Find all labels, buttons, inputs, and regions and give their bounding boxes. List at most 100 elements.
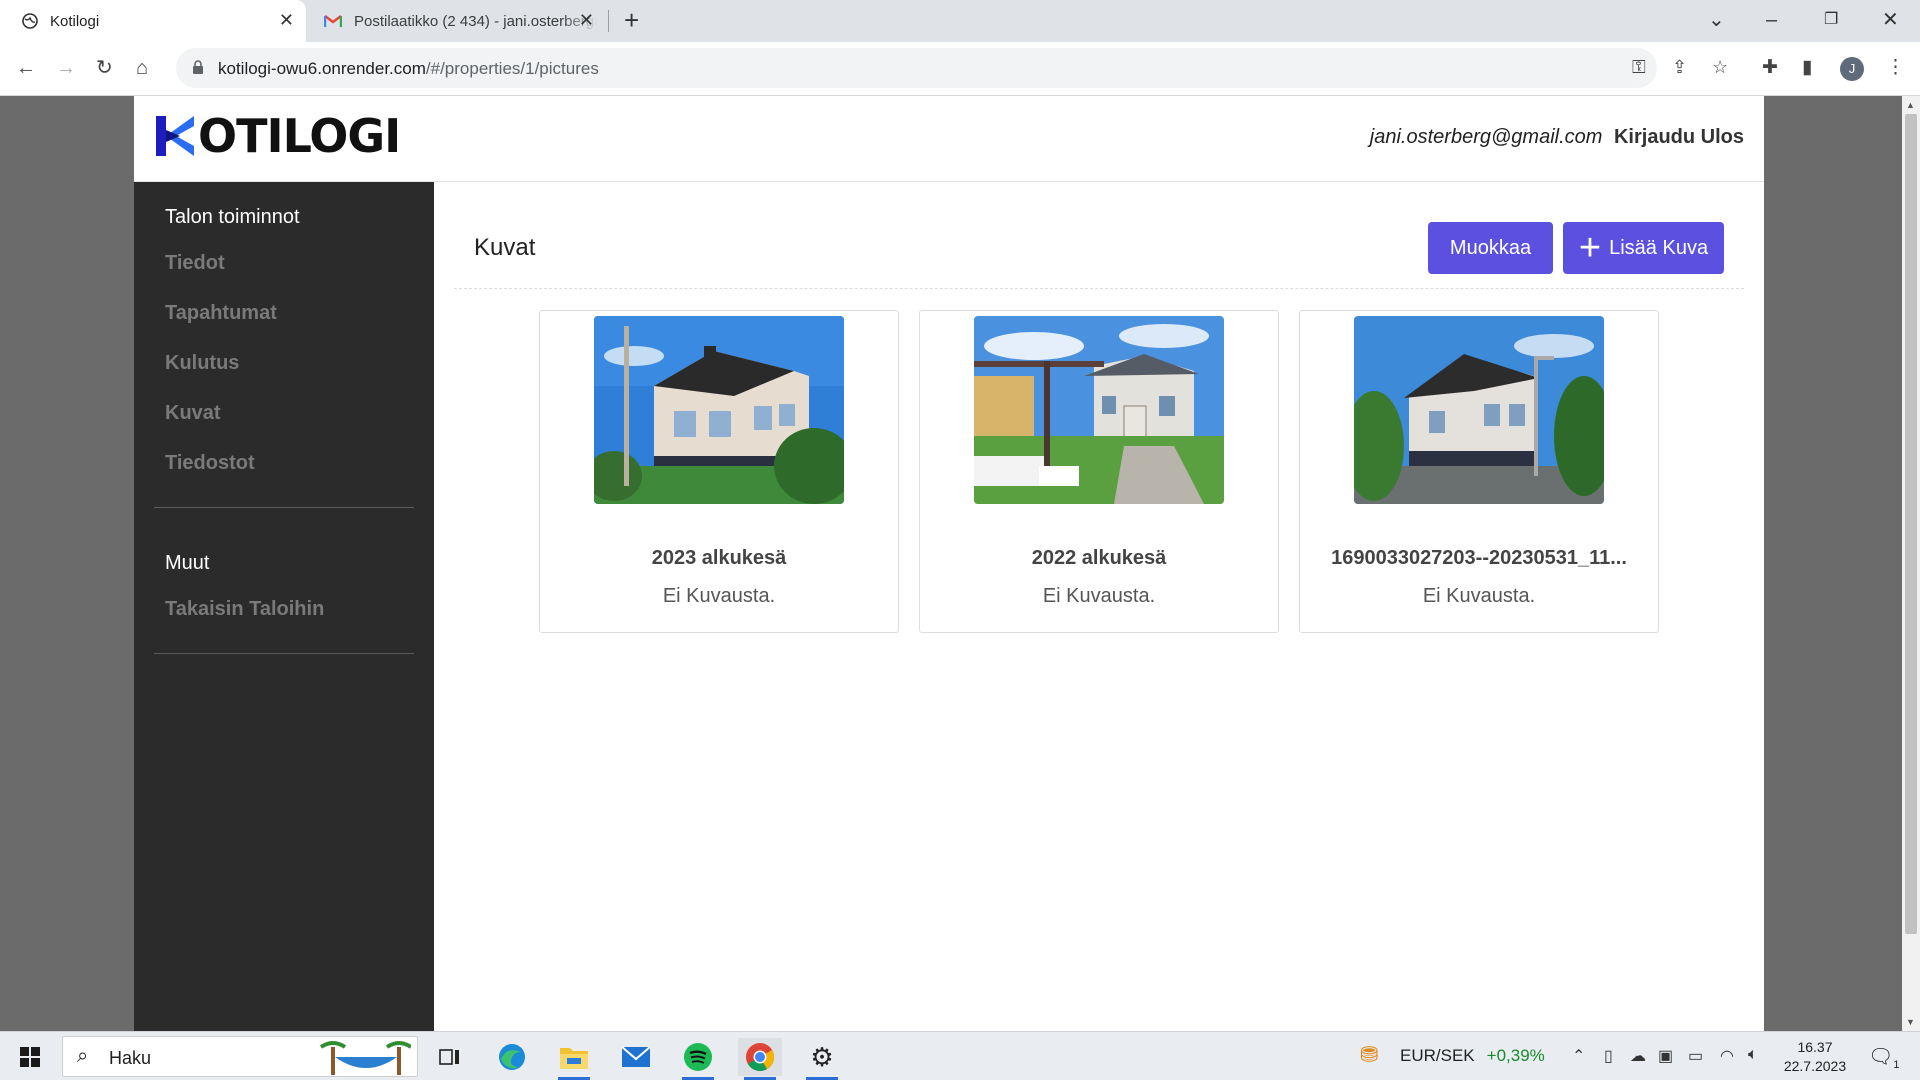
tab-search-chevron-icon[interactable]: ⌄ bbox=[1708, 6, 1725, 34]
user-area: jani.osterberg@gmail.com Kirjaudu Ulos bbox=[1370, 126, 1744, 149]
spotify-icon[interactable] bbox=[676, 1038, 720, 1080]
show-hidden-icons-chevron-icon[interactable]: ⌃ bbox=[1572, 1046, 1585, 1066]
address-bar[interactable]: kotilogi-owu6.onrender.com/#/properties/… bbox=[176, 48, 1728, 88]
back-icon[interactable]: ← bbox=[16, 56, 36, 80]
card-description: Ei Kuvausta. bbox=[662, 585, 776, 607]
home-icon[interactable]: ⌂ bbox=[136, 56, 148, 80]
share-icon[interactable]: ⇪ bbox=[1672, 57, 1687, 78]
tab-kotilogi[interactable]: Kotilogi ✕ bbox=[0, 0, 306, 42]
minimize-icon[interactable]: – bbox=[1766, 6, 1777, 34]
onedrive-cloud-icon[interactable]: ☁ bbox=[1630, 1046, 1646, 1066]
card-description: Ei Kuvausta. bbox=[1422, 585, 1536, 607]
mail-icon[interactable] bbox=[614, 1038, 658, 1076]
picture-card[interactable]: 2023 alkukesä Ei Kuvausta. bbox=[539, 310, 899, 633]
notification-center-icon[interactable]: 🗨︎1 bbox=[1868, 1044, 1900, 1071]
device-icon[interactable]: ▯ bbox=[1604, 1046, 1613, 1066]
house-photo[interactable] bbox=[1354, 316, 1604, 504]
add-picture-button[interactable]: + Lisää Kuva bbox=[1563, 222, 1724, 274]
sidebar-divider bbox=[154, 653, 414, 654]
gmail-icon bbox=[324, 15, 342, 27]
ticker-change: +0,39% bbox=[1486, 1046, 1545, 1065]
url-path: /#/properties/1/pictures bbox=[425, 59, 599, 78]
browser-menu-icon[interactable]: ⋮ bbox=[1886, 56, 1905, 79]
main-content: Kuvat Muokkaa + Lisää Kuva 2023 alkukesä… bbox=[434, 182, 1764, 1031]
add-picture-label: Lisää Kuva bbox=[1609, 236, 1709, 259]
sidebar-item-tiedostot[interactable]: Tiedostot bbox=[165, 452, 255, 475]
picture-card[interactable]: 2022 alkukesä Ei Kuvausta. bbox=[919, 310, 1279, 633]
side-panel-icon[interactable]: ▮ bbox=[1802, 56, 1812, 79]
close-window-icon[interactable]: ✕ bbox=[1882, 6, 1899, 34]
taskbar-clock[interactable]: 16.37 22.7.2023 bbox=[1780, 1038, 1850, 1076]
restore-icon[interactable]: ❐ bbox=[1824, 6, 1838, 34]
tab-close-icon[interactable]: ✕ bbox=[279, 11, 294, 29]
sidebar: Talon toiminnot Tiedot Tapahtumat Kulutu… bbox=[134, 182, 434, 1031]
profile-avatar[interactable]: J bbox=[1840, 57, 1864, 81]
password-key-icon[interactable]: ⚿ bbox=[1632, 57, 1646, 78]
sidebar-divider bbox=[154, 507, 414, 508]
card-title: 2023 alkukesä bbox=[651, 547, 787, 569]
plus-icon: + bbox=[1578, 227, 1602, 269]
sidebar-heading-house-actions: Talon toiminnot bbox=[165, 206, 300, 228]
edit-button[interactable]: Muokkaa bbox=[1428, 222, 1553, 274]
house-photo[interactable] bbox=[594, 316, 844, 504]
kotilogi-logo[interactable]: OTILOGI bbox=[154, 109, 401, 163]
logo-k-mark-icon bbox=[156, 116, 194, 156]
picture-card[interactable]: 1690033027203--20230531_11... Ei Kuvaust… bbox=[1299, 310, 1659, 633]
card-title: 2022 alkukesä bbox=[1031, 547, 1167, 569]
browser-toolbar: ← → ↻ ⌂ kotilogi-owu6.onrender.com/#/pro… bbox=[0, 42, 1920, 96]
task-view-icon[interactable] bbox=[428, 1038, 472, 1076]
app-header: OTILOGI jani.osterberg@gmail.com Kirjaud… bbox=[134, 96, 1764, 182]
bookmark-star-icon[interactable]: ☆ bbox=[1712, 57, 1728, 78]
browser-tab-strip: Kotilogi ✕ Postilaatikko (2 434) - jani.… bbox=[0, 0, 1920, 42]
user-email: jani.osterberg@gmail.com bbox=[1369, 126, 1603, 148]
chrome-icon[interactable] bbox=[738, 1038, 782, 1080]
page-title: Kuvat bbox=[474, 234, 536, 261]
wifi-icon[interactable]: ◠ bbox=[1720, 1046, 1734, 1066]
title-divider bbox=[454, 288, 1744, 289]
clock-time: 16.37 bbox=[1797, 1039, 1833, 1055]
windows-start-icon[interactable] bbox=[20, 1047, 40, 1067]
taskbar-search-placeholder: Haku bbox=[109, 1048, 152, 1068]
tab-title: Kotilogi bbox=[50, 12, 100, 30]
ticker-label: EUR/SEK bbox=[1400, 1046, 1475, 1065]
reload-icon[interactable]: ↻ bbox=[96, 56, 113, 80]
taskbar-search[interactable]: ⌕ Haku bbox=[62, 1036, 418, 1077]
lock-icon bbox=[193, 60, 203, 74]
file-explorer-icon[interactable] bbox=[552, 1038, 596, 1080]
currency-coins-icon[interactable]: ⛃ bbox=[1360, 1042, 1378, 1068]
sidebar-item-tapahtumat[interactable]: Tapahtumat bbox=[165, 302, 277, 325]
tab-title: Postilaatikko (2 434) - jani.osterberg@g… bbox=[354, 12, 598, 30]
logo-text: OTILOGI bbox=[198, 109, 401, 163]
url-text: kotilogi-owu6.onrender.com/#/properties/… bbox=[218, 59, 599, 79]
sidebar-item-kulutus[interactable]: Kulutus bbox=[165, 352, 239, 375]
url-host: kotilogi-owu6.onrender.com bbox=[218, 59, 426, 78]
scroll-thumb[interactable] bbox=[1905, 114, 1917, 934]
sidebar-heading-other: Muut bbox=[165, 552, 210, 574]
scroll-down-icon[interactable]: ▼ bbox=[1906, 1017, 1915, 1027]
edge-icon[interactable] bbox=[490, 1038, 534, 1076]
clock-date: 22.7.2023 bbox=[1783, 1058, 1847, 1074]
tab-gmail[interactable]: Postilaatikko (2 434) - jani.osterberg@g… bbox=[316, 0, 606, 42]
logout-link[interactable]: Kirjaudu Ulos bbox=[1614, 126, 1744, 148]
scroll-up-icon[interactable]: ▲ bbox=[1906, 100, 1915, 110]
page-viewport: OTILOGI jani.osterberg@gmail.com Kirjaud… bbox=[0, 96, 1920, 1031]
card-description: Ei Kuvausta. bbox=[1042, 585, 1156, 607]
tab-separator bbox=[608, 10, 609, 32]
globe-icon bbox=[22, 13, 38, 29]
volume-icon[interactable]: 🔈︎ bbox=[1748, 1046, 1758, 1064]
tab-close-icon[interactable]: ✕ bbox=[579, 11, 594, 29]
search-icon: ⌕ bbox=[77, 1045, 89, 1067]
settings-gear-icon[interactable]: ⚙ bbox=[800, 1038, 844, 1080]
sidebar-item-back-to-houses[interactable]: Takaisin Taloihin bbox=[165, 598, 324, 621]
page-scrollbar[interactable]: ▲ ▼ bbox=[1902, 96, 1920, 1031]
security-monitor-icon[interactable]: ▣ bbox=[1658, 1046, 1673, 1066]
sidebar-item-kuvat[interactable]: Kuvat bbox=[165, 402, 221, 425]
battery-icon[interactable]: ▭ bbox=[1688, 1046, 1703, 1066]
forward-icon[interactable]: → bbox=[56, 56, 76, 80]
extensions-icon[interactable]: ✚ bbox=[1762, 56, 1778, 79]
new-tab-icon[interactable]: + bbox=[624, 6, 639, 34]
card-title: 1690033027203--20230531_11... bbox=[1331, 547, 1627, 569]
currency-ticker[interactable]: EUR/SEK +0,39% bbox=[1400, 1046, 1545, 1066]
sidebar-item-tiedot[interactable]: Tiedot bbox=[165, 252, 225, 275]
house-photo[interactable] bbox=[974, 316, 1224, 504]
